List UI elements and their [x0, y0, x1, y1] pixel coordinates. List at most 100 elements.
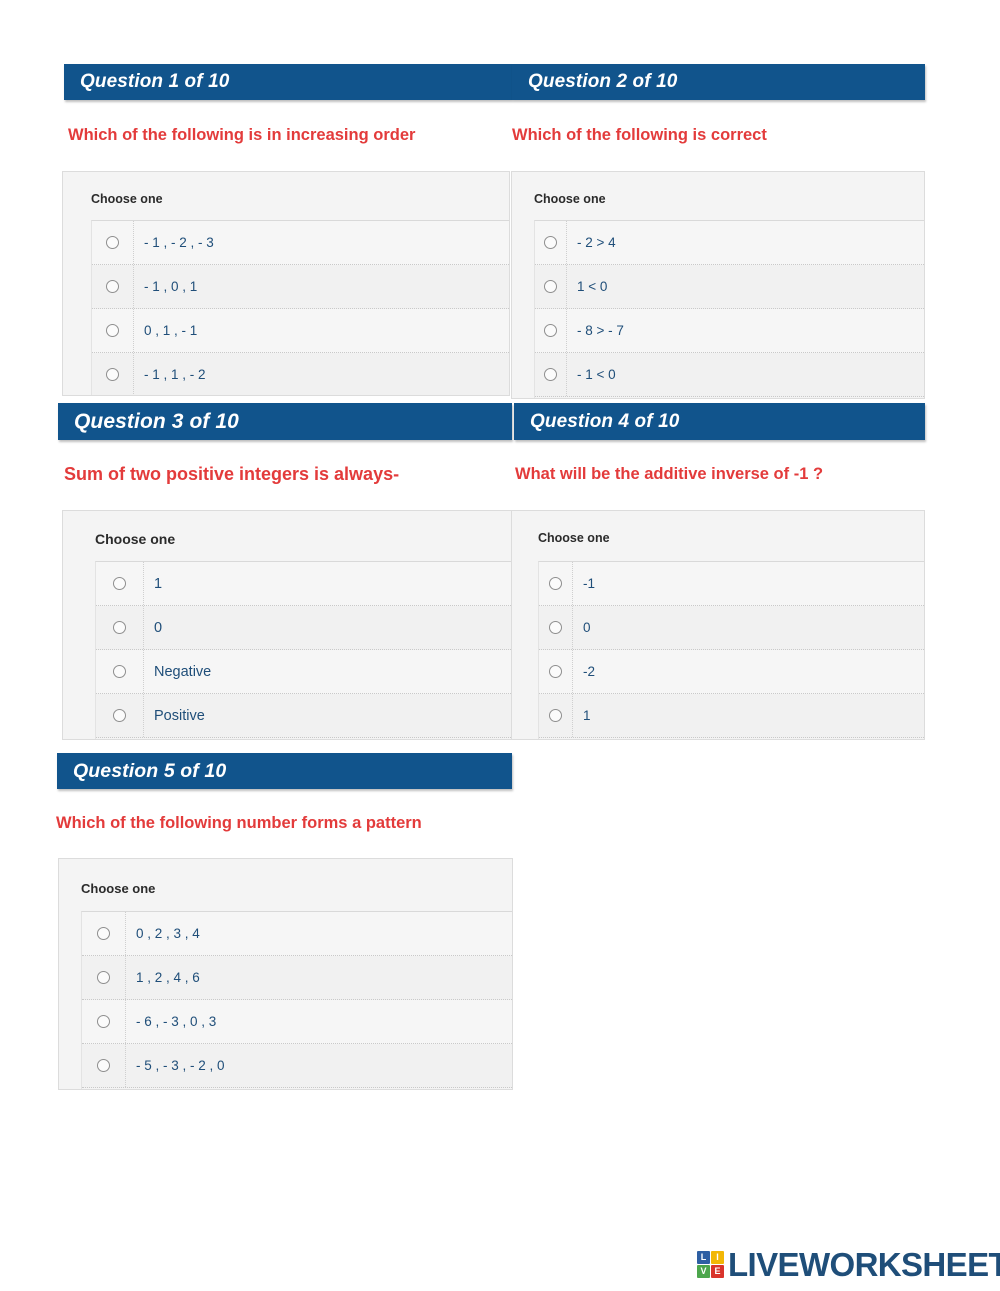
choose-one-label-2: Choose one: [534, 192, 606, 206]
options-table-5: 0 , 2 , 3 , 4 1 , 2 , 4 , 6 - 6 , - 3 , …: [81, 911, 512, 1089]
radio-cell[interactable]: [96, 606, 144, 649]
option-row[interactable]: 0: [539, 606, 924, 650]
option-row[interactable]: - 1 , 0 , 1: [92, 265, 509, 309]
option-row[interactable]: Positive: [96, 694, 513, 738]
radio-cell[interactable]: [539, 562, 573, 605]
option-label: 1 , 2 , 4 , 6: [136, 970, 200, 985]
option-row[interactable]: - 1 , 1 , - 2: [92, 353, 509, 395]
question-prompt-1: Which of the following is in increasing …: [68, 126, 416, 144]
option-label: Positive: [154, 707, 205, 724]
logo-tile-i: I: [711, 1251, 724, 1264]
radio-cell[interactable]: [92, 221, 134, 264]
radio-button-icon[interactable]: [113, 709, 126, 722]
radio-button-icon[interactable]: [97, 1015, 110, 1028]
option-label: -2: [583, 664, 596, 679]
radio-cell[interactable]: [96, 694, 144, 737]
radio-button-icon[interactable]: [106, 324, 119, 337]
option-label: - 8 > - 7: [577, 323, 624, 338]
radio-cell[interactable]: [92, 265, 134, 308]
radio-cell[interactable]: [92, 309, 134, 352]
radio-cell[interactable]: [535, 265, 567, 308]
radio-cell[interactable]: [82, 1000, 126, 1043]
question-prompt-5: Which of the following number forms a pa…: [56, 814, 422, 832]
radio-cell[interactable]: [539, 650, 573, 693]
radio-button-icon[interactable]: [544, 236, 557, 249]
question-header-4: Question 4 of 10: [514, 403, 925, 440]
choice-panel-4: Choose one -1 0 -2 1: [511, 510, 925, 740]
radio-button-icon[interactable]: [549, 621, 562, 634]
question-header-label: Question 2 of 10: [528, 71, 678, 92]
option-row[interactable]: - 1 , - 2 , - 3: [92, 221, 509, 265]
question-prompt-4: What will be the additive inverse of -1 …: [515, 465, 824, 483]
option-row[interactable]: -1: [539, 562, 924, 606]
radio-cell[interactable]: [82, 956, 126, 999]
option-label: - 1 , 0 , 1: [144, 279, 198, 294]
option-row[interactable]: - 6 , - 3 , 0 , 3: [82, 1000, 512, 1044]
options-table-1: - 1 , - 2 , - 3 - 1 , 0 , 1 0 , 1 , - 1 …: [91, 220, 509, 395]
radio-button-icon[interactable]: [544, 280, 557, 293]
worksheet-page: Question 1 of 10 Which of the following …: [0, 0, 1000, 1291]
radio-button-icon[interactable]: [97, 971, 110, 984]
option-row[interactable]: 1 < 0: [535, 265, 924, 309]
option-label: 1: [154, 575, 163, 592]
option-row[interactable]: -2: [539, 650, 924, 694]
radio-button-icon[interactable]: [113, 665, 126, 678]
radio-cell[interactable]: [96, 562, 144, 605]
radio-button-icon[interactable]: [106, 368, 119, 381]
radio-button-icon[interactable]: [106, 236, 119, 249]
radio-button-icon[interactable]: [549, 577, 562, 590]
radio-cell[interactable]: [539, 606, 573, 649]
radio-cell[interactable]: [535, 353, 567, 396]
logo-tile-e: E: [711, 1265, 724, 1278]
choose-one-label-5: Choose one: [81, 881, 156, 896]
option-row[interactable]: 1 , 2 , 4 , 6: [82, 956, 512, 1000]
radio-button-icon[interactable]: [97, 927, 110, 940]
choice-panel-5: Choose one 0 , 2 , 3 , 4 1 , 2 , 4 , 6 -…: [58, 858, 513, 1090]
question-header-5: Question 5 of 10: [57, 753, 512, 789]
option-row[interactable]: 0: [96, 606, 513, 650]
radio-cell[interactable]: [82, 1044, 126, 1087]
option-label: 0 , 1 , - 1: [144, 323, 198, 338]
option-row[interactable]: 0 , 1 , - 1: [92, 309, 509, 353]
radio-cell[interactable]: [96, 650, 144, 693]
option-label: 0: [154, 619, 163, 636]
option-row[interactable]: - 8 > - 7: [535, 309, 924, 353]
question-header-1: Question 1 of 10: [64, 64, 512, 100]
radio-cell[interactable]: [535, 221, 567, 264]
radio-button-icon[interactable]: [544, 368, 557, 381]
option-row[interactable]: - 1 < 0: [535, 353, 924, 397]
question-header-label: Question 1 of 10: [80, 71, 230, 92]
radio-cell[interactable]: [92, 353, 134, 395]
radio-button-icon[interactable]: [113, 577, 126, 590]
option-row[interactable]: 1: [539, 694, 924, 738]
radio-button-icon[interactable]: [97, 1059, 110, 1072]
option-label: - 2 > 4: [577, 235, 616, 250]
option-label: 1: [583, 708, 591, 723]
choice-panel-2: Choose one - 2 > 4 1 < 0 - 8 > - 7 - 1 <…: [511, 171, 925, 399]
option-row[interactable]: Negative: [96, 650, 513, 694]
radio-button-icon[interactable]: [113, 621, 126, 634]
option-label: - 1 , - 2 , - 3: [144, 235, 214, 250]
option-row[interactable]: 0 , 2 , 3 , 4: [82, 912, 512, 956]
options-table-4: -1 0 -2 1: [538, 561, 924, 739]
option-row[interactable]: - 2 > 4: [535, 221, 924, 265]
options-table-3: 1 0 Negative Positive: [95, 561, 513, 739]
choice-panel-3: Choose one 1 0 Negative Positive: [62, 510, 514, 740]
option-row[interactable]: - 5 , - 3 , - 2 , 0: [82, 1044, 512, 1088]
radio-button-icon[interactable]: [544, 324, 557, 337]
radio-button-icon[interactable]: [549, 709, 562, 722]
option-row[interactable]: 1: [96, 562, 513, 606]
choose-one-label-1: Choose one: [91, 192, 163, 206]
question-header-3: Question 3 of 10: [58, 403, 512, 440]
question-header-2: Question 2 of 10: [512, 64, 925, 100]
radio-button-icon[interactable]: [549, 665, 562, 678]
logo-tiles-icon: L I V E: [697, 1251, 724, 1278]
question-prompt-3: Sum of two positive integers is always-: [64, 464, 400, 484]
question-prompt-2: Which of the following is correct: [512, 126, 767, 144]
question-header-label: Question 3 of 10: [74, 409, 239, 433]
radio-button-icon[interactable]: [106, 280, 119, 293]
radio-cell[interactable]: [82, 912, 126, 955]
radio-cell[interactable]: [535, 309, 567, 352]
option-label: Negative: [154, 663, 212, 680]
radio-cell[interactable]: [539, 694, 573, 737]
